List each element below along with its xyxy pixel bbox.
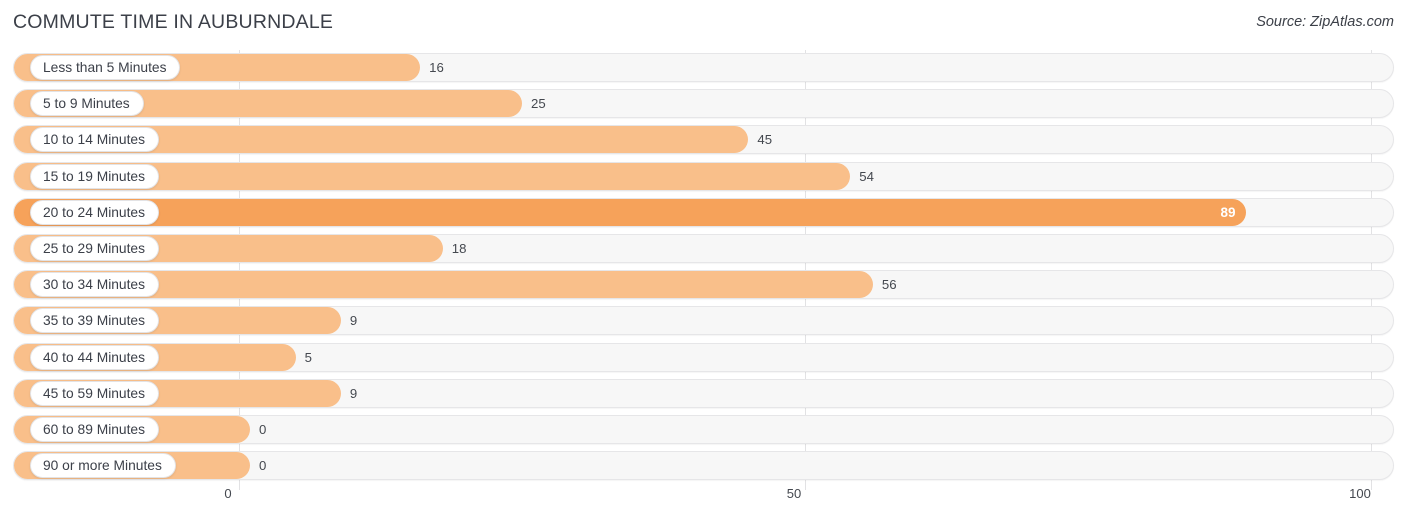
page-title: COMMUTE TIME IN AUBURNDALE	[13, 11, 334, 33]
bar-row[interactable]: 54 15 to 19 Minutes	[0, 161, 1406, 192]
bar-value-label: 16	[429, 60, 444, 75]
bar-value-label: 9	[349, 313, 358, 329]
bar-value-label: 0	[259, 458, 267, 474]
category-label: 15 to 19 Minutes	[30, 163, 160, 189]
category-label: 20 to 24 Minutes	[30, 199, 160, 225]
category-label: 5 to 9 Minutes	[30, 91, 144, 117]
bar-value-label: 45	[757, 132, 773, 148]
bar-value-label: 89	[1220, 204, 1236, 220]
bar-value-label: 18	[451, 241, 467, 256]
axis-tick-label: 0	[224, 486, 232, 501]
bar-value-label: 9	[349, 385, 358, 401]
bar-row[interactable]: 89 20 to 24 Minutes	[0, 197, 1406, 228]
category-label: 25 to 29 Minutes	[30, 236, 160, 261]
bar-value-label: 56	[881, 277, 897, 293]
bar-row[interactable]: 5 40 to 44 Minutes	[0, 342, 1406, 373]
bar[interactable]: 89	[14, 198, 1247, 226]
bar-row[interactable]: 56 30 to 34 Minutes	[0, 270, 1406, 300]
bar-row[interactable]: 9 45 to 59 Minutes	[0, 378, 1406, 409]
category-label: 90 or more Minutes	[30, 453, 176, 479]
category-label: 40 to 44 Minutes	[30, 344, 160, 370]
axis-tick-label: 100	[1349, 486, 1371, 501]
x-axis: 0 50 100	[0, 486, 1406, 511]
source-attribution: Source: ZipAtlas.com	[1256, 14, 1394, 30]
bar-value-label: 0	[259, 422, 267, 437]
category-label: 10 to 14 Minutes	[30, 127, 160, 153]
bar-value-label: 54	[859, 168, 874, 184]
bar-row[interactable]: 0 90 or more Minutes	[0, 451, 1406, 481]
bar-row[interactable]: 9 35 to 39 Minutes	[0, 306, 1406, 336]
category-label: 30 to 34 Minutes	[30, 272, 160, 298]
bar-row[interactable]: 18 25 to 29 Minutes	[0, 234, 1406, 264]
axis-tick-label: 50	[786, 486, 802, 501]
category-label: Less than 5 Minutes	[30, 55, 181, 80]
bar-value-label: 5	[304, 349, 312, 365]
chart-container: COMMUTE TIME IN AUBURNDALE Source: ZipAt…	[0, 0, 1406, 523]
bar-row[interactable]: 45 10 to 14 Minutes	[0, 125, 1406, 155]
bar-value-label: 25	[531, 96, 546, 112]
plot-area: 16 Less than 5 Minutes 25 5 to 9 Minutes 45 1…	[0, 50, 1406, 490]
bar-row[interactable]: 0 60 to 89 Minutes	[0, 415, 1406, 445]
bar-row[interactable]: 16 Less than 5 Minutes	[0, 53, 1406, 83]
category-label: 60 to 89 Minutes	[30, 417, 160, 442]
bar-row[interactable]: 25 5 to 9 Minutes	[0, 89, 1406, 119]
category-label: 45 to 59 Minutes	[30, 380, 160, 406]
category-label: 35 to 39 Minutes	[30, 308, 160, 334]
